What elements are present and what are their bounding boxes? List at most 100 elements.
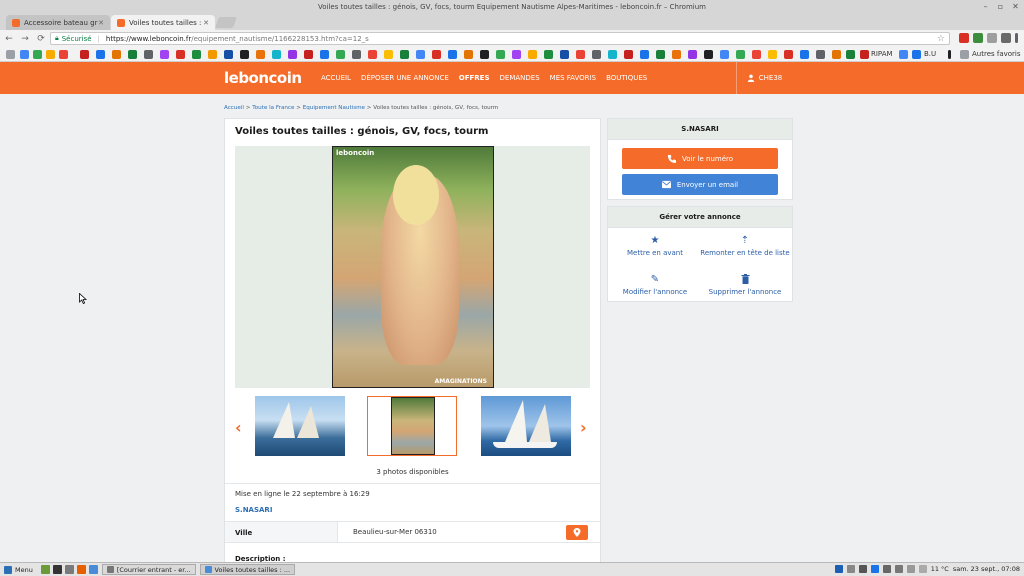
bookmark-icon[interactable] (768, 50, 777, 59)
bookmark-icon[interactable] (720, 50, 729, 59)
bookmark-icon[interactable] (608, 50, 617, 59)
start-menu-button[interactable]: Menu (4, 565, 33, 574)
bookmark-icon[interactable] (240, 50, 249, 59)
bookmark-icon[interactable] (528, 50, 537, 59)
bookmark-icon[interactable] (256, 50, 265, 59)
bookmark-icon[interactable] (672, 50, 681, 59)
menu-kebab-icon[interactable] (1015, 33, 1018, 43)
main-photo-area[interactable]: leboncoin AMAGINATIONS (235, 146, 590, 388)
bump-ad-action[interactable]: ⇡ Remonter en tête de liste (700, 235, 790, 258)
carousel-prev-icon[interactable]: ‹ (235, 420, 242, 436)
bookmark-icon[interactable] (176, 50, 185, 59)
nav-demandes[interactable]: DEMANDES (495, 62, 545, 94)
tab-close-icon[interactable]: ✕ (203, 19, 209, 27)
bookmark-icon[interactable] (384, 50, 393, 59)
bookmark-icon[interactable] (800, 50, 809, 59)
bookmark-bu[interactable]: B.U (924, 50, 936, 59)
bookmark-icon[interactable] (144, 50, 153, 59)
extension-icon[interactable] (987, 33, 997, 43)
bookmark-icon[interactable] (656, 50, 665, 59)
bookmark-icon[interactable] (688, 50, 697, 59)
breadcrumb-equipement-nautisme[interactable]: Equipement Nautisme (303, 105, 365, 111)
bookmark-icon[interactable] (560, 50, 569, 59)
thumbnail-3[interactable] (481, 396, 571, 456)
bookmark-icon[interactable] (784, 50, 793, 59)
bookmark-icon[interactable] (432, 50, 441, 59)
nav-mes-favoris[interactable]: MES FAVORIS (545, 62, 601, 94)
bookmark-icon[interactable] (640, 50, 649, 59)
map-button[interactable] (566, 525, 588, 540)
bookmark-icon[interactable] (288, 50, 297, 59)
forward-icon[interactable]: → (18, 32, 32, 46)
user-menu[interactable]: CHE38 (736, 62, 792, 94)
bookmark-icon[interactable] (224, 50, 233, 59)
bookmark-icon[interactable] (448, 50, 457, 59)
bookmark-ripam[interactable]: RIPAM (871, 50, 893, 59)
back-icon[interactable]: ← (2, 32, 16, 46)
reload-icon[interactable]: ⟳ (34, 32, 48, 46)
delete-ad-action[interactable]: Supprimer l'annonce (700, 274, 790, 297)
maximize-icon[interactable]: ▫ (996, 2, 1005, 11)
extension-icon[interactable] (959, 33, 969, 43)
close-window-icon[interactable]: ✕ (1011, 2, 1020, 11)
tab-close-icon[interactable]: ✕ (98, 19, 104, 27)
bookmark-icon[interactable] (899, 50, 908, 59)
tab-voiles-toutes-tailles[interactable]: Voiles toutes tailles : gé ✕ (111, 15, 215, 30)
clock[interactable]: sam. 23 sept., 07:08 (953, 565, 1020, 573)
flag-icon[interactable] (860, 50, 869, 59)
main-photo[interactable]: leboncoin AMAGINATIONS (332, 146, 494, 388)
bookmark-icon[interactable] (208, 50, 217, 59)
bookmark-icon[interactable] (160, 50, 169, 59)
bookmark-icon[interactable] (400, 50, 409, 59)
bookmark-icon[interactable] (368, 50, 377, 59)
bookmark-star-icon[interactable]: ☆ (937, 34, 945, 44)
firefox-icon[interactable] (76, 565, 86, 574)
bookmark-icon[interactable] (832, 50, 841, 59)
chromium-icon[interactable] (88, 565, 98, 574)
intel-icon[interactable] (870, 565, 879, 573)
bookmark-icon[interactable] (192, 50, 201, 59)
address-input[interactable]: 🔒︎ Sécurisé | https://www.leboncoin.fr /… (50, 32, 950, 45)
bookmark-icon[interactable] (464, 50, 473, 59)
edit-ad-action[interactable]: ✎ Modifier l'annonce (610, 274, 700, 297)
overflow-icon[interactable] (948, 50, 951, 59)
nav-boutiques[interactable]: BOUTIQUES (601, 62, 652, 94)
tray-icon[interactable] (834, 565, 843, 573)
bookmark-icon[interactable] (624, 50, 633, 59)
bookmark-icon[interactable] (112, 50, 121, 59)
new-tab-button[interactable] (214, 17, 238, 28)
nav-accueil[interactable]: ACCUEIL (316, 62, 356, 94)
bookmark-icon[interactable] (592, 50, 601, 59)
bookmark-icon[interactable] (128, 50, 137, 59)
carousel-next-icon[interactable]: › (580, 420, 587, 436)
bookmark-icon[interactable] (304, 50, 313, 59)
bookmark-icon[interactable] (336, 50, 345, 59)
thumbnail-2-selected[interactable] (367, 396, 457, 456)
files-icon[interactable] (64, 565, 74, 574)
feature-ad-action[interactable]: ★ Mettre en avant (610, 235, 700, 258)
bookmark-icon[interactable] (272, 50, 281, 59)
terminal-icon[interactable] (52, 565, 62, 574)
leboncoin-logo[interactable]: leboncoin (224, 69, 302, 87)
breadcrumb-toute-la-france[interactable]: Toute la France (252, 105, 294, 111)
bookmark-icon[interactable] (33, 50, 42, 59)
apps-icon[interactable] (6, 50, 15, 59)
taskbar-task-browser[interactable]: Voiles toutes tailles : ... (199, 564, 296, 575)
bookmark-icon[interactable] (352, 50, 361, 59)
bookmark-icon[interactable] (912, 50, 921, 59)
breadcrumb-accueil[interactable]: Accueil (224, 105, 244, 111)
network-icon[interactable] (882, 565, 891, 573)
tray-icon[interactable] (858, 565, 867, 573)
bookmark-icon[interactable] (704, 50, 713, 59)
bookmark-icon[interactable] (96, 50, 105, 59)
tab-accessoire-bateau[interactable]: Accessoire bateau gra ✕ (6, 15, 110, 30)
thumbnail-1[interactable] (255, 396, 345, 456)
bookmark-icon[interactable] (320, 50, 329, 59)
seller-name-link[interactable]: S.NASARI (235, 506, 272, 514)
nav-deposer-annonce[interactable]: DÉPOSER UNE ANNONCE (356, 62, 454, 94)
bookmark-icon[interactable] (59, 50, 68, 59)
bookmark-icon[interactable] (480, 50, 489, 59)
bookmark-icon[interactable] (846, 50, 855, 59)
bookmark-icon[interactable] (496, 50, 505, 59)
bookmark-icon[interactable] (416, 50, 425, 59)
